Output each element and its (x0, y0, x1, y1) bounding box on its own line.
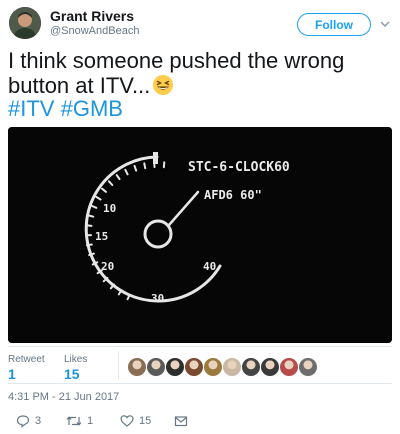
retweet-action-count: 1 (87, 415, 94, 427)
tweet-media-image[interactable]: STC-6-CLOCK60 AFD6 60" 10 15 20 30 40 (8, 127, 392, 343)
direct-message-button[interactable] (174, 414, 188, 428)
heart-icon (120, 415, 134, 427)
divider (8, 346, 392, 347)
grinning-squinting-face-icon (152, 74, 174, 96)
retweet-icon (66, 416, 82, 426)
clock-graphic: STC-6-CLOCK60 AFD6 60" 10 15 20 30 40 (8, 127, 392, 343)
likes-count[interactable]: 15 (64, 366, 80, 382)
author-avatar[interactable] (9, 7, 41, 39)
liker-avatar[interactable] (128, 358, 146, 376)
tweet-text-content: I think someone pushed the wrong button … (8, 48, 345, 98)
liker-avatar[interactable] (299, 358, 317, 376)
clock-title: STC-6-CLOCK60 (188, 160, 290, 175)
dial-tick (85, 224, 93, 227)
reply-count: 3 (35, 415, 42, 427)
dial-tick (88, 252, 95, 257)
like-action-count: 15 (139, 415, 152, 427)
reply-icon (16, 415, 30, 428)
dial-label-40: 40 (203, 260, 216, 273)
author-name[interactable]: Grant Rivers (50, 8, 134, 24)
follow-button[interactable]: Follow (297, 13, 371, 36)
stats-divider (118, 351, 119, 379)
like-button[interactable]: 15 (120, 414, 151, 428)
tweet-timestamp[interactable]: 4:31 PM - 21 Jun 2017 (8, 391, 119, 403)
divider (8, 383, 392, 384)
dial-tick (85, 243, 93, 247)
hashtag-itv[interactable]: #ITV (8, 96, 54, 121)
liker-avatar[interactable] (261, 358, 279, 376)
retweets-count[interactable]: 1 (8, 366, 16, 382)
dial-label-15: 15 (95, 230, 108, 243)
tweet-text: I think someone pushed the wrong button … (8, 48, 392, 98)
chevron-down-icon[interactable] (378, 17, 392, 31)
liker-avatar[interactable] (280, 358, 298, 376)
liker-avatar[interactable] (166, 358, 184, 376)
liker-avatar[interactable] (242, 358, 260, 376)
author-handle[interactable]: @SnowAndBeach (50, 25, 139, 37)
liker-avatar[interactable] (204, 358, 222, 376)
liker-avatar[interactable] (223, 358, 241, 376)
dial-tick (143, 162, 147, 170)
hashtag-gmb[interactable]: #GMB (61, 96, 123, 121)
reply-button[interactable]: 3 (16, 414, 41, 428)
dial-tick (87, 214, 95, 218)
liker-avatar[interactable] (185, 358, 203, 376)
dial-label-10: 10 (103, 202, 116, 215)
envelope-icon (174, 416, 188, 427)
dial-label-20: 20 (101, 260, 114, 273)
clock-subtitle: AFD6 60" (204, 188, 262, 202)
likes-label: Likes (64, 354, 88, 365)
hashtags: #ITV #GMB (8, 96, 123, 121)
avatar-image (9, 7, 41, 39)
liker-avatar[interactable] (147, 358, 165, 376)
retweet-button[interactable]: 1 (66, 414, 93, 428)
retweets-label: Retweet (8, 354, 45, 365)
dial-label-30: 30 (151, 292, 164, 305)
